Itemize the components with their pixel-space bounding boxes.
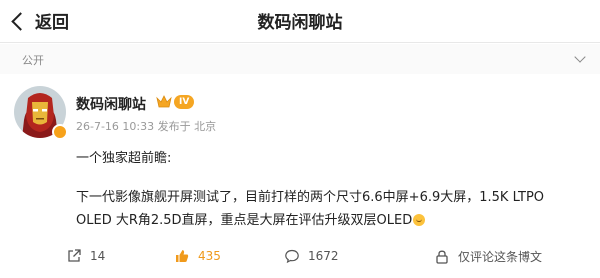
- comment-permission-label: 仅评论这条博文: [458, 250, 543, 264]
- comment-count: 1672: [308, 249, 339, 263]
- verified-badge-icon: [52, 124, 68, 140]
- header-divider: [0, 42, 600, 43]
- visibility-label: 公开: [22, 54, 44, 67]
- post-line-3-text: OLED 大R角2.5D直屏，重点是大屏在评估升级双层OLED: [76, 213, 413, 228]
- page-title: 数码闲聊站: [257, 13, 343, 33]
- comment-button[interactable]: 1672: [284, 248, 339, 264]
- thumbs-up-icon: [176, 250, 189, 262]
- chevron-down-icon: [574, 51, 586, 63]
- post-line-3: OLED 大R角2.5D直屏，重点是大屏在评估升级双层OLED: [76, 209, 576, 232]
- repost-count: 14: [90, 249, 106, 263]
- level-badge: IV: [174, 94, 195, 109]
- lock-icon: [436, 250, 448, 264]
- grin-emoji-icon: [413, 214, 426, 226]
- crown-icon: [156, 95, 172, 108]
- post-line-2: 下一代影像旗舰开屏测试了，目前打样的两个尺寸6.6中屏+6.9大屏，1.5K L…: [76, 190, 545, 205]
- repost-button[interactable]: 14: [66, 248, 105, 264]
- comment-permission[interactable]: 仅评论这条博文: [434, 248, 542, 265]
- like-button[interactable]: 435: [174, 248, 221, 264]
- member-badge[interactable]: IV: [156, 94, 195, 109]
- post-meta: 26-7-16 10:33 发布于 北京: [76, 120, 217, 133]
- like-count: 435: [198, 249, 221, 263]
- visibility-selector[interactable]: 公开: [0, 44, 600, 74]
- top-navigation-bar: 返回 数码闲聊站: [0, 0, 600, 42]
- post-line-1: 一个独家超前瞻:: [76, 151, 172, 166]
- action-bar: 14 435 1672 仅评论这条博文: [0, 242, 600, 272]
- comment-icon: [285, 249, 299, 264]
- avatar[interactable]: [14, 86, 68, 140]
- share-icon: [68, 249, 81, 262]
- author-name[interactable]: 数码闲聊站: [76, 94, 146, 114]
